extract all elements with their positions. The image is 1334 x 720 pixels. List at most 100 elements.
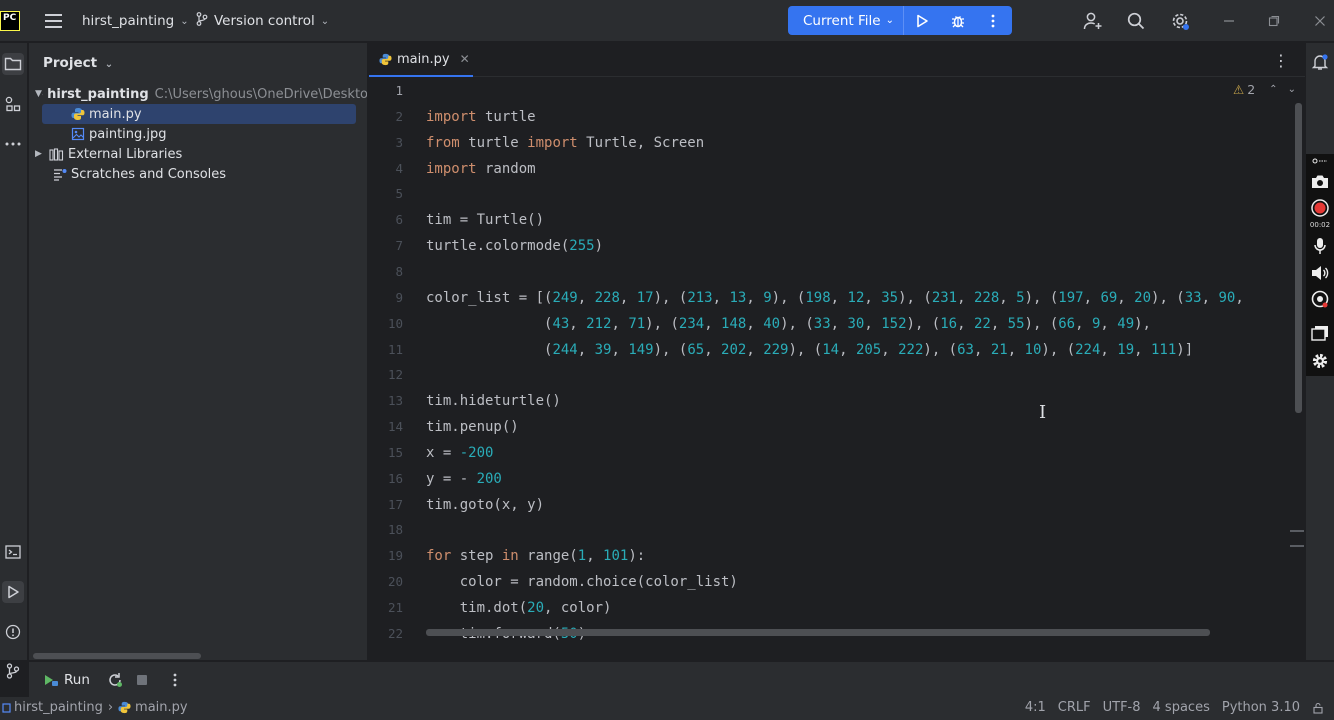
line-separator[interactable]: CRLF [1058,700,1091,715]
caret-position[interactable]: 4:1 [1025,700,1046,715]
tree-item-label: External Libraries [68,146,183,162]
terminal-tool-button[interactable] [2,541,24,563]
stop-button[interactable] [133,672,151,688]
code-line: (43, 212, 71), (234, 148, 40), (33, 30, … [426,311,1151,337]
project-horizontal-scrollbar[interactable] [33,653,201,659]
close-tab-icon[interactable]: ✕ [460,52,470,66]
code-area[interactable]: import turtle from turtle import Turtle, … [426,78,1305,642]
expand-arrow-icon: ▶ [35,149,42,159]
close-window-button[interactable] [1305,0,1334,42]
run-tool-tab[interactable]: Run [43,672,90,688]
image-file-icon [71,127,85,141]
camera-icon [1312,175,1328,188]
code-token: tim = Turtle() [426,212,545,229]
breadcrumb-file[interactable]: main.py [135,700,188,715]
code-token: range( [518,548,578,565]
editor-vertical-scrollbar[interactable] [1295,103,1302,413]
run-button[interactable] [904,6,940,35]
problems-tool-button[interactable] [2,621,24,643]
run-config-selector[interactable]: Current File ⌄ [788,6,904,35]
main-menu-icon[interactable] [44,0,62,42]
file-encoding[interactable]: UTF-8 [1103,700,1141,715]
code-number: 231 [931,289,958,306]
breadcrumb-project[interactable]: hirst_painting [14,700,103,715]
line-number: 4 [395,160,403,176]
project-panel-header[interactable]: Project ⌄ [43,55,113,71]
code-number: 249 [552,289,578,306]
run-tool-button[interactable] [2,581,24,603]
tree-item-path: C:\Users\ghous\OneDrive\Deskto [154,86,368,102]
code-token: turtle [476,108,536,125]
code-token: ): [628,548,646,565]
tab-label: main.py [397,51,450,67]
editor-horizontal-scrollbar[interactable] [426,629,1210,636]
code-token: ), ( [906,315,941,332]
screenshot-button[interactable] [1306,170,1334,192]
problems-icon [5,624,21,640]
pycharm-logo: PC [0,11,20,31]
microphone-button[interactable] [1306,235,1334,257]
tree-item-scratches[interactable]: Scratches and Consoles [29,164,367,184]
line-number: 2 [395,108,403,124]
rerun-button[interactable] [106,672,124,688]
code-token: , [704,315,722,332]
overlay-button[interactable] [1306,322,1334,344]
run-options-button[interactable] [166,672,184,688]
project-tool-button[interactable] [2,53,24,75]
screen-recorder-toolbar: 00:02 [1306,154,1334,376]
folder-icon [41,93,44,95]
line-number: 6 [395,212,403,228]
python-interpreter[interactable]: Python 3.10 [1222,700,1300,715]
recorder-handle-icon[interactable] [1306,154,1334,168]
code-token: ), ( [780,315,814,332]
code-token: , [990,315,1008,332]
code-token: , [577,341,595,358]
recorder-settings-button[interactable] [1306,350,1334,372]
indentation[interactable]: 4 spaces [1153,700,1210,715]
tab-options-icon[interactable]: ⋮ [1273,51,1289,70]
lock-icon[interactable] [1312,702,1324,714]
play-icon [917,14,928,27]
code-number: 152 [881,315,907,332]
version-control-menu[interactable]: Version control ⌄ [196,0,329,42]
tree-item-painting-jpg[interactable]: painting.jpg [29,124,367,144]
warning-icon: ⚠ [1233,82,1245,97]
code-token: , [569,315,587,332]
code-token: ), ( [653,289,688,306]
inspection-widget[interactable]: ⚠ 2 ⌃ ⌄ [1233,82,1296,97]
code-line: import turtle [426,104,536,130]
record-button[interactable] [1306,197,1334,219]
debug-button[interactable] [940,6,976,35]
code-line: y = - 200 [426,466,502,492]
restore-button[interactable] [1259,0,1289,42]
code-line: tim = Turtle() [426,207,544,233]
kebab-icon [991,14,995,27]
restore-icon [1268,15,1280,27]
minimize-button[interactable] [1214,0,1244,42]
structure-icon [5,96,21,112]
code-number: 228 [973,289,1000,306]
tab-main-py[interactable]: main.py ✕ [369,43,473,77]
line-number: 18 [387,522,403,538]
tree-item-main-py[interactable]: main.py [42,104,356,124]
tree-item-external-libraries[interactable]: ▶ External Libraries [29,144,367,164]
structure-tool-button[interactable] [2,93,24,115]
status-bar: hirst_painting › main.py 4:1 CRLF UTF-8 … [0,697,1334,720]
speaker-button[interactable] [1306,262,1334,284]
project-selector[interactable]: hirst_painting ⌄ [82,0,189,42]
line-number: 19 [387,548,403,564]
tree-item-project-root[interactable]: ▼ hirst_painting C:\Users\ghous\OneDrive… [29,84,368,104]
git-tool-button[interactable] [2,660,24,682]
more-actions-button[interactable] [976,6,1010,35]
code-line: color_list = [(249, 228, 17), (213, 13, … [426,285,1252,311]
code-token: , [712,289,730,306]
code-with-me-button[interactable] [1078,0,1108,42]
chevron-up-icon[interactable]: ⌃ [1269,84,1277,95]
webcam-button[interactable] [1306,288,1334,310]
more-tools-button[interactable] [2,133,24,155]
chevron-down-icon[interactable]: ⌄ [1288,84,1296,95]
search-button[interactable] [1121,0,1151,42]
notifications-button[interactable] [1306,51,1334,73]
code-token: )] [1176,341,1194,358]
settings-button[interactable] [1165,0,1195,42]
